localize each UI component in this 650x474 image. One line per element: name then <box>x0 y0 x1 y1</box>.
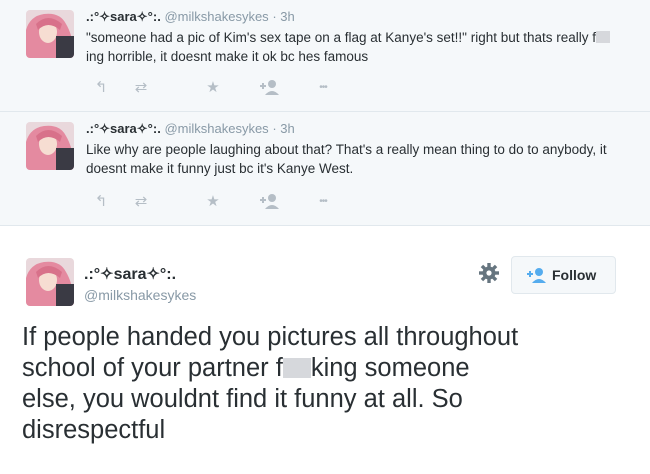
tweet-text-line: disrespectful <box>22 416 166 444</box>
favorite-icon[interactable]: ★ <box>202 78 224 98</box>
favorite-icon[interactable]: ★ <box>202 192 224 212</box>
display-name[interactable]: .:°✧sara✧°:. <box>86 121 161 136</box>
tweet-text-part: king someone <box>310 354 470 382</box>
gear-icon[interactable] <box>478 262 500 284</box>
tweet-text-line: If people handed you pictures all throug… <box>22 323 519 351</box>
tweet-text-line: else, you wouldnt find it funny at all. … <box>22 385 463 413</box>
follow-button[interactable]: Follow <box>511 256 616 294</box>
tweet-text: "someone had a pic of Kim's sex tape on … <box>86 28 626 66</box>
avatar[interactable] <box>26 122 74 170</box>
user-handle[interactable]: @milkshakesykes <box>84 287 196 303</box>
avatar[interactable] <box>26 258 74 306</box>
tweet-item[interactable]: .:°✧sara✧°:. @milkshakesykes · 3h Like w… <box>0 112 650 226</box>
tweet-text-part: ing horrible, it doesnt make it ok bc he… <box>86 49 369 64</box>
follow-icon <box>526 266 546 284</box>
user-handle[interactable]: @milkshakesykes <box>164 9 268 24</box>
follow-label: Follow <box>552 267 597 283</box>
user-handle[interactable]: @milkshakesykes <box>164 121 268 136</box>
more-icon[interactable]: ••• <box>312 192 334 212</box>
retweet-icon[interactable]: ⇄ <box>130 78 152 98</box>
timestamp[interactable]: · 3h <box>272 121 294 136</box>
censor-blur <box>596 31 611 43</box>
tweet-item[interactable]: .:°✧sara✧°:. @milkshakesykes · 3h "someo… <box>0 0 650 112</box>
censor-blur <box>282 358 311 378</box>
timestamp[interactable]: · 3h <box>272 9 294 24</box>
tweet-header: .:°✧sara✧°:. @milkshakesykes · 3h <box>86 9 295 25</box>
tweet-text-part: school of your partner f <box>22 354 283 382</box>
follow-icon[interactable] <box>258 192 280 212</box>
retweet-icon[interactable]: ⇄ <box>130 192 152 212</box>
tweet-text: Like why are people laughing about that?… <box>86 142 607 176</box>
tweet-header: .:°✧sara✧°:. @milkshakesykes · 3h <box>86 121 295 137</box>
display-name[interactable]: .:°✧sara✧°:. <box>84 264 176 284</box>
follow-icon[interactable] <box>258 78 280 98</box>
reply-icon[interactable]: ↰ <box>90 192 112 212</box>
tweet-text-line: school of your partner f king someone <box>22 353 632 384</box>
tweet-text-part: "someone had a pic of Kim's sex tape on … <box>86 30 597 45</box>
reply-icon[interactable]: ↰ <box>90 78 112 98</box>
display-name[interactable]: .:°✧sara✧°:. <box>86 9 161 24</box>
more-icon[interactable]: ••• <box>312 78 334 98</box>
avatar[interactable] <box>26 10 74 58</box>
tweet-text: If people handed you pictures all throug… <box>22 322 632 446</box>
